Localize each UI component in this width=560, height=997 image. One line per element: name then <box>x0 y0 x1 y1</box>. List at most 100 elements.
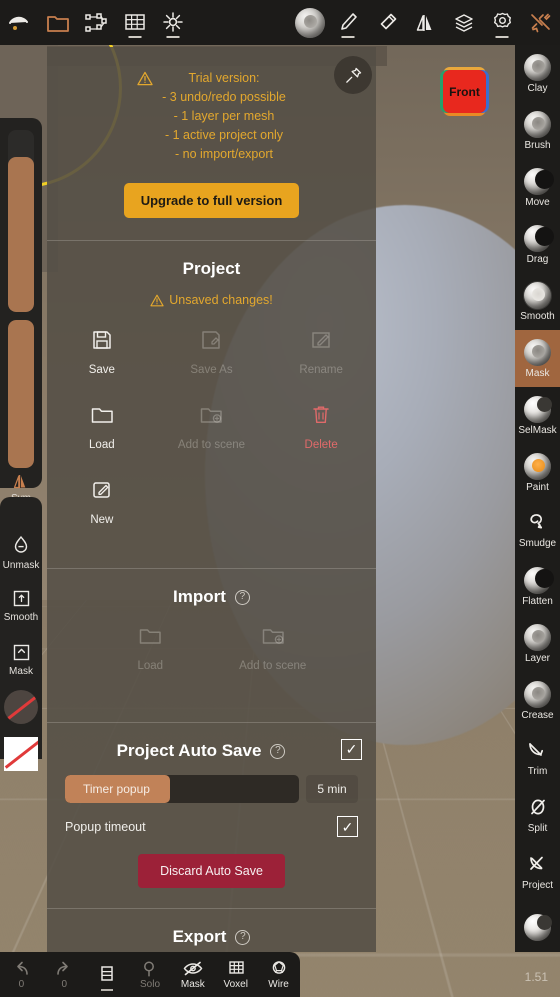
project-add-to-scene-label: Add to scene <box>177 439 246 451</box>
checkmark-icon: ✓ <box>341 818 354 835</box>
files-folder-icon[interactable] <box>38 0 76 45</box>
auto-save-title-text: Project Auto Save <box>116 741 262 760</box>
brush-icon[interactable] <box>329 0 367 45</box>
brush-item-mask[interactable]: Mask <box>515 330 560 387</box>
scene-icon[interactable] <box>0 0 38 45</box>
upgrade-to-full-version-button[interactable]: Upgrade to full version <box>123 183 300 218</box>
unsaved-changes-status: Unsaved changes! <box>47 293 376 307</box>
brush-item-trim[interactable]: Trim <box>515 729 560 786</box>
redo-button[interactable]: 0 <box>43 952 86 997</box>
topology-icon[interactable] <box>77 0 115 45</box>
wire-button[interactable]: Wire <box>257 952 300 997</box>
brush-item-clay[interactable]: Clay <box>515 45 560 102</box>
brush-intensity-slider[interactable] <box>8 320 34 468</box>
brush-item-layer[interactable]: Layer <box>515 615 560 672</box>
popup-timeout-row: Popup timeout ✓ <box>47 816 376 837</box>
brush-item-smooth[interactable]: Smooth <box>515 273 560 330</box>
unmask-icon <box>14 535 28 553</box>
mask-toggle-button[interactable]: Mask <box>171 952 214 997</box>
brush-item-crease[interactable]: Crease <box>515 672 560 729</box>
timer-popup-value[interactable]: 5 min <box>306 775 358 803</box>
project-load-button[interactable]: Load <box>47 404 157 479</box>
drag-brush-thumb <box>524 224 554 252</box>
import-actions-grid: Load Add to scene <box>47 625 376 722</box>
brush-item-brush[interactable]: Brush <box>515 102 560 159</box>
smooth-brush-thumb <box>524 281 551 309</box>
import-load-button[interactable]: Load <box>89 625 212 700</box>
brush-item-selmask[interactable]: SelMask <box>515 387 560 444</box>
brush-label: Move <box>525 196 550 208</box>
project-delete-button[interactable]: Delete <box>266 404 376 479</box>
smooth-mask-label: Smooth <box>3 612 39 623</box>
project-save-label: Save <box>88 364 115 376</box>
project-new-button[interactable]: New <box>47 479 157 554</box>
flatten-brush-thumb <box>524 566 554 594</box>
brush-radius-fill <box>8 157 34 312</box>
view-cube-front[interactable]: Front <box>443 70 486 113</box>
help-circle-icon[interactable]: ? <box>235 929 251 945</box>
help-circle-icon[interactable]: ? <box>270 743 286 759</box>
tools-icon[interactable] <box>522 0 560 45</box>
trial-notice-section: Trial version: - 3 undo/redo possible - … <box>47 47 376 241</box>
brush-item-flatten[interactable]: Flatten <box>515 558 560 615</box>
brush-radius-slider[interactable] <box>8 130 34 312</box>
brush-item-paint[interactable]: Paint <box>515 444 560 501</box>
project-new-label: New <box>90 514 114 526</box>
material-swatch-disabled[interactable] <box>4 690 38 724</box>
brush-label: Clay <box>527 82 548 94</box>
brush-item-split[interactable]: Split <box>515 786 560 843</box>
popup-timeout-checkbox[interactable]: ✓ <box>337 816 358 837</box>
matcap-sphere-icon[interactable] <box>291 0 329 45</box>
brush-item-smudge[interactable]: Smudge <box>515 501 560 558</box>
undo-icon <box>17 961 29 975</box>
project-auto-save-section: Project Auto Save ? ✓ Timer popup 5 min … <box>47 723 376 909</box>
disabled-slash-icon <box>4 739 38 769</box>
mirror-icon[interactable] <box>406 0 444 45</box>
timer-popup-row: Timer popup 5 min <box>47 775 376 803</box>
brush-label: Layer <box>524 652 550 664</box>
smooth-mask-button[interactable]: Smooth <box>0 579 42 633</box>
brush-item-project[interactable]: Project <box>515 843 560 900</box>
unmask-button[interactable]: Unmask <box>0 525 42 579</box>
import-add-to-scene-button[interactable]: Add to scene <box>212 625 335 700</box>
settings-gear-underline <box>495 36 509 38</box>
lighting-icon[interactable] <box>154 0 192 45</box>
project-rename-label: Rename <box>299 364 343 376</box>
trial-line-2: - 1 layer per mesh <box>173 109 275 123</box>
project-save-as-button[interactable]: Save As <box>157 329 267 404</box>
color-swatch-white[interactable] <box>4 737 38 771</box>
wireframe-icon <box>272 960 285 974</box>
export-section-title: Export ? <box>47 909 376 947</box>
brush-intensity-fill <box>8 320 34 468</box>
solo-button[interactable]: Solo <box>129 952 172 997</box>
clay-brush-thumb <box>524 53 551 81</box>
brush-item-drag[interactable]: Drag <box>515 216 560 273</box>
layers-button[interactable] <box>86 952 129 997</box>
mask-button-left[interactable]: Mask <box>0 633 42 687</box>
selmask-brush-thumb <box>524 395 552 423</box>
undo-button[interactable]: 0 <box>0 952 43 997</box>
folder-open-icon <box>91 408 113 423</box>
brush-item-move[interactable]: Move <box>515 159 560 216</box>
help-circle-icon[interactable]: ? <box>234 589 250 605</box>
auto-save-enabled-checkbox[interactable]: ✓ <box>341 738 362 760</box>
settings-gear-icon[interactable] <box>483 0 521 45</box>
brush-label: SelMask <box>518 424 557 436</box>
project-rename-button[interactable]: Rename <box>266 329 376 404</box>
layers-icon[interactable] <box>445 0 483 45</box>
project-save-button[interactable]: Save <box>47 329 157 404</box>
export-section: Export ? <box>47 909 376 952</box>
discard-auto-save-button[interactable]: Discard Auto Save <box>138 854 285 888</box>
timer-popup-slider[interactable]: Timer popup <box>65 775 299 803</box>
voxel-button[interactable]: Voxel <box>214 952 257 997</box>
brush-item-next[interactable] <box>515 900 560 952</box>
paint-bucket-icon[interactable] <box>368 0 406 45</box>
grid-icon[interactable] <box>115 0 153 45</box>
brush-label: Crease <box>521 709 554 721</box>
pin-panel-button[interactable] <box>334 56 372 94</box>
move-brush-thumb <box>524 167 554 195</box>
trial-line-3: - 1 active project only <box>164 128 284 142</box>
project-add-to-scene-button[interactable]: Add to scene <box>157 404 267 479</box>
project-section-title: Project <box>47 241 376 279</box>
wire-label: Wire <box>268 978 289 990</box>
